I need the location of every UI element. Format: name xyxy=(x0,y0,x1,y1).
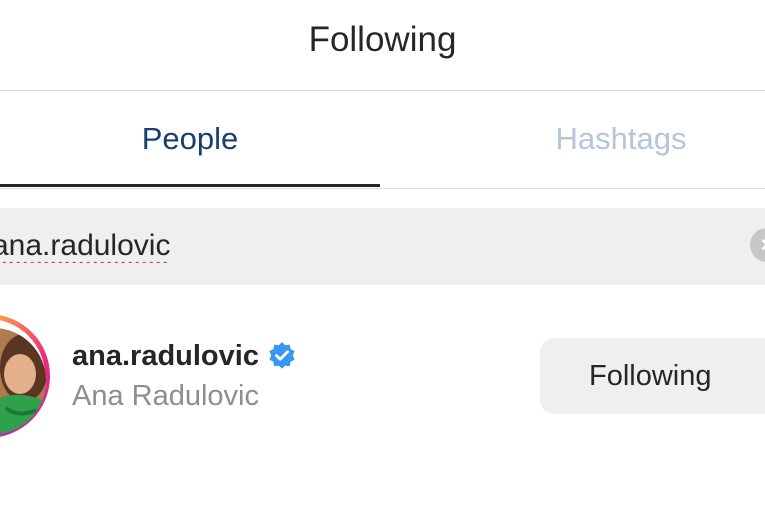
avatar[interactable] xyxy=(0,328,46,434)
active-tab-indicator xyxy=(0,184,380,187)
tab-hashtags[interactable]: Hashtags xyxy=(380,91,765,187)
dialog-title: Following xyxy=(308,20,457,59)
full-name: Ana Radulovic xyxy=(72,380,259,412)
following-button[interactable]: Following xyxy=(540,338,765,414)
username[interactable]: ana.radulovic xyxy=(72,340,259,373)
avatar-image xyxy=(0,328,46,434)
username-row: ana.radulovic xyxy=(72,336,297,376)
following-dialog: Following People Hashtags × xyxy=(0,0,765,510)
story-ring[interactable] xyxy=(0,314,50,438)
dialog-header: Following xyxy=(0,0,765,91)
verified-badge-icon xyxy=(267,341,297,371)
search-bar xyxy=(0,208,765,285)
tab-bar: People Hashtags xyxy=(0,91,765,189)
tab-people[interactable]: People xyxy=(0,91,380,187)
search-input[interactable] xyxy=(0,220,712,272)
